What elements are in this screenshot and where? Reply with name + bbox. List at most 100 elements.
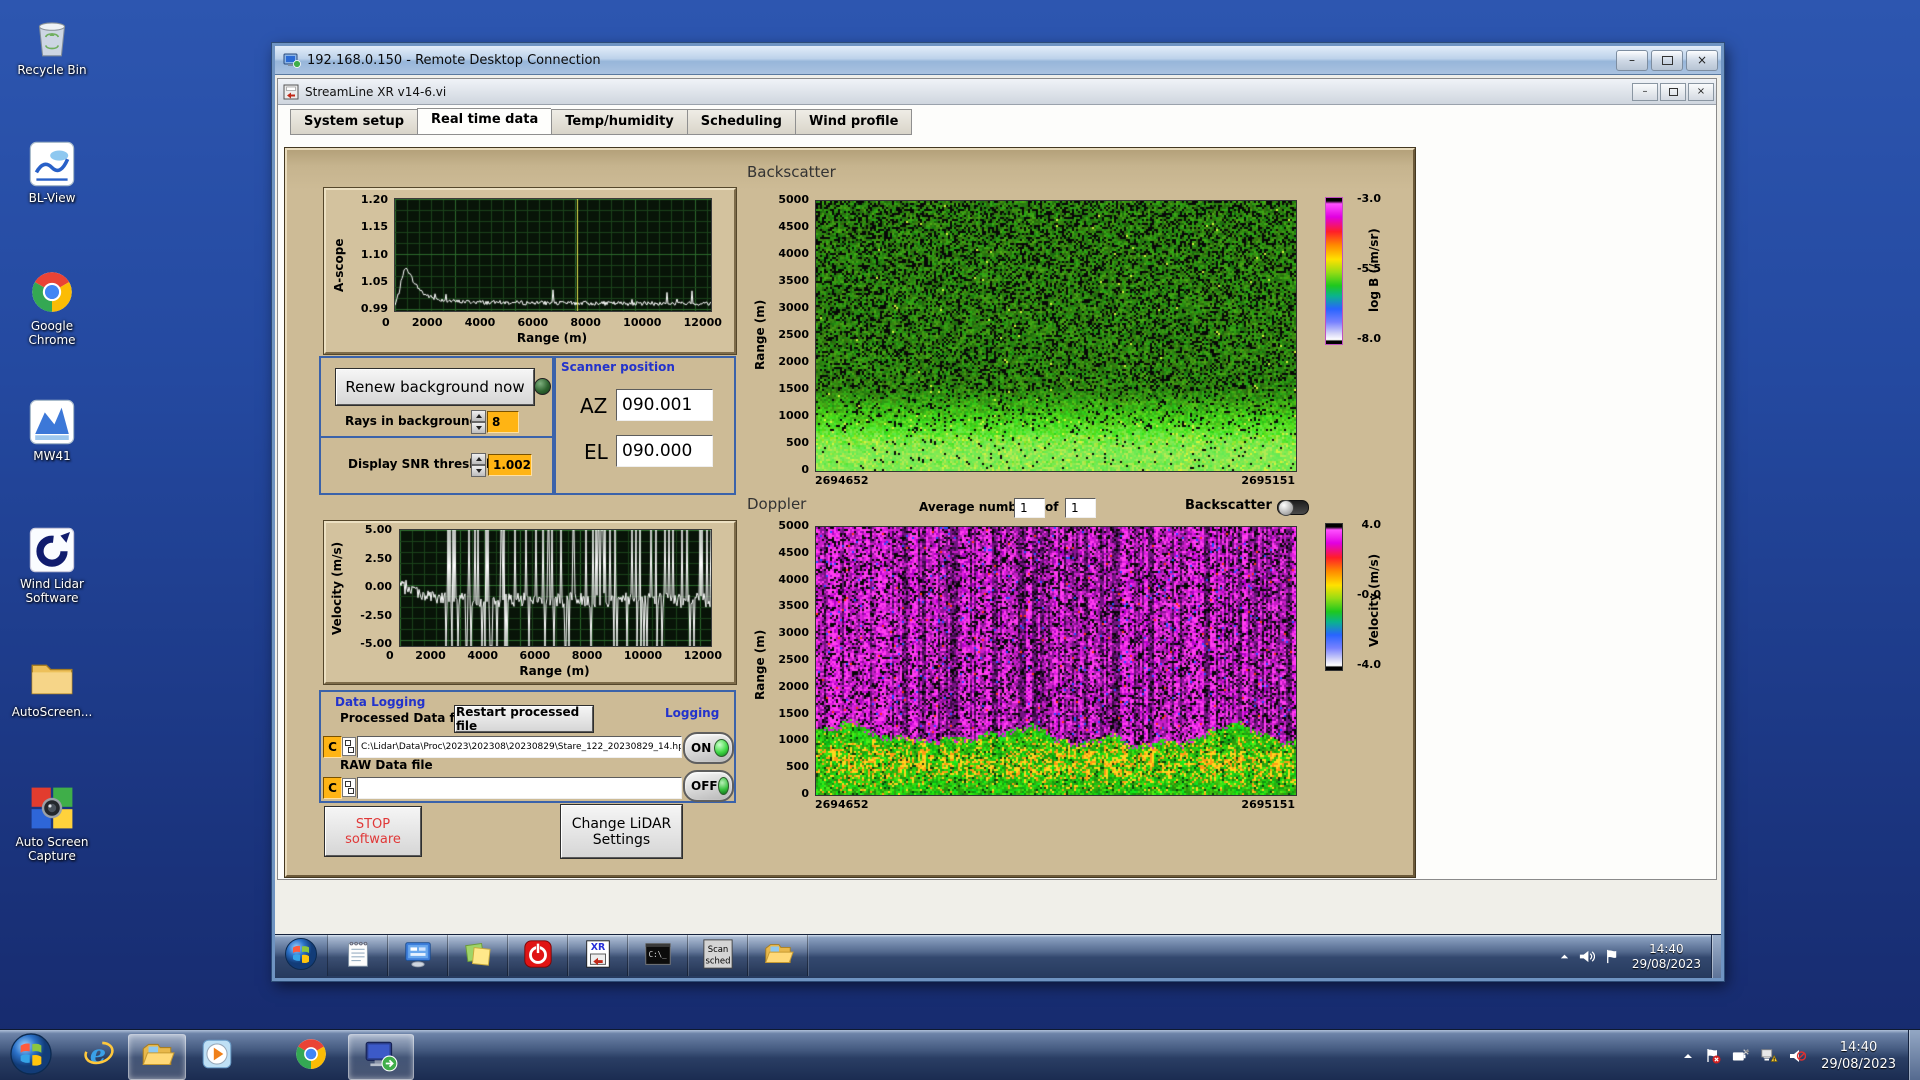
taskbar-windows-explorer[interactable] — [748, 935, 808, 976]
remote-show-desktop-button[interactable] — [1711, 935, 1721, 978]
tray-expand-icon[interactable] — [1559, 951, 1570, 962]
tick-label: 500 — [786, 760, 809, 774]
taskbar-streamline-xr-vi[interactable]: XR — [568, 935, 628, 976]
snr-spinner[interactable] — [471, 453, 486, 477]
taskbar-start-button[interactable] — [8, 1033, 54, 1078]
raw-path-field[interactable] — [357, 777, 682, 799]
el-value-field[interactable]: 090.000 — [616, 435, 713, 467]
stop-line1: STOP — [355, 816, 391, 832]
desktop-icon-wind-lidar-software[interactable]: Wind Lidar Software — [6, 526, 98, 605]
logging-on-button[interactable]: ON — [683, 732, 734, 764]
spinner-down-icon[interactable] — [471, 422, 486, 434]
taskbar-start-button[interactable] — [275, 935, 328, 976]
average-number-field[interactable]: 1 — [1014, 498, 1045, 518]
tab-wind-profile[interactable]: Wind profile — [794, 109, 913, 135]
host-show-desktop-button[interactable] — [1908, 1030, 1920, 1080]
taskbar-sticky-notes[interactable] — [448, 935, 508, 976]
desktop-icon-auto-screen-capture[interactable]: Auto Screen Capture — [6, 784, 98, 863]
rays-value-field[interactable]: 8 — [487, 411, 519, 433]
az-value-field[interactable]: 090.001 — [616, 389, 713, 421]
stop-software-button[interactable]: STOP software — [324, 806, 422, 857]
a-scope-ylabel: A-scope — [332, 238, 346, 292]
average-total-field[interactable]: 1 — [1065, 498, 1096, 518]
restart-processed-file-button[interactable]: Restart processed file — [454, 705, 594, 733]
stop-power-icon — [522, 938, 554, 974]
tick-label: 12000 — [683, 649, 722, 662]
svg-text:sched: sched — [705, 955, 730, 965]
taskbar-windows-explorer[interactable] — [128, 1034, 186, 1080]
tick-label: 1.20 — [360, 193, 388, 206]
snr-value-field[interactable]: 1.002 — [488, 454, 532, 476]
tick-label: 2694652 — [815, 798, 869, 811]
folder-open-icon — [762, 938, 794, 974]
tray-expand-icon[interactable] — [1682, 1050, 1694, 1062]
tick-label: 2000 — [778, 679, 809, 693]
rays-spinner[interactable] — [471, 410, 486, 434]
taskbar-scan-scheduler[interactable]: Scan sched — [688, 935, 748, 976]
close-button[interactable]: × — [1686, 49, 1718, 71]
taskbar-google-chrome[interactable] — [288, 1034, 334, 1078]
desktop-icon-label: BL-View — [28, 191, 76, 205]
backscatter-yticks: 5000 4500 4000 3500 3000 2500 2000 1500 1000 500 0 — [775, 193, 809, 477]
processed-drive-box[interactable]: C — [323, 736, 342, 758]
raw-drive-box[interactable]: C — [323, 777, 342, 799]
remote-clock[interactable]: 14:40 29/08/2023 — [1632, 942, 1701, 972]
host-clock[interactable]: 14:40 29/08/2023 — [1821, 1039, 1896, 1073]
taskbar-command-prompt[interactable]: C:\_ — [628, 935, 688, 976]
speaker-icon[interactable] — [1578, 948, 1595, 965]
svg-text:C:\_: C:\_ — [648, 949, 667, 958]
taskbar-stop-application[interactable] — [508, 935, 568, 976]
maximize-button[interactable] — [1651, 49, 1683, 71]
desktop-icon-recycle-bin[interactable]: Recycle Bin — [6, 12, 98, 77]
toggle-knob[interactable] — [1278, 500, 1294, 516]
tick-label: 0 — [382, 316, 390, 329]
desktop-icon-autoscreen-[interactable]: AutoScreen... — [6, 654, 98, 719]
desktop-icon-label: Recycle Bin — [17, 63, 87, 77]
app-close-button[interactable]: × — [1688, 82, 1714, 101]
taskbar-remote-desktop-connection[interactable] — [348, 1034, 414, 1080]
desktop-icon-mw41[interactable]: MW41 — [6, 398, 98, 463]
action-center-flag-error-icon[interactable] — [1704, 1047, 1722, 1065]
tick-label: 0 — [386, 649, 394, 662]
spinner-down-icon[interactable] — [471, 465, 486, 477]
remote-session-area: StreamLine XR v14-6.vi – × System setup R… — [275, 75, 1721, 978]
app-titlebar[interactable]: StreamLine XR v14-6.vi – × — [278, 79, 1716, 105]
processed-path-field[interactable]: C:\Lidar\Data\Proc\2023\202308\20230829\… — [357, 736, 682, 758]
app-restore-button[interactable] — [1660, 82, 1686, 101]
tab-scheduling[interactable]: Scheduling — [686, 109, 795, 135]
minimize-button[interactable]: – — [1616, 49, 1648, 71]
doppler-colorbar-label: Velocity (m/s) — [1367, 553, 1381, 647]
start-orb-icon — [284, 937, 318, 975]
taskbar-notepad[interactable] — [328, 935, 388, 976]
app-minimize-button[interactable]: – — [1632, 82, 1658, 101]
backscatter-doppler-toggle[interactable] — [1277, 500, 1309, 516]
doppler-colorbar — [1325, 523, 1343, 671]
spinner-up-icon[interactable] — [471, 453, 486, 465]
tab-real-time-data[interactable]: Real time data — [417, 108, 552, 135]
scan-sched-icon: Scan sched — [702, 938, 734, 974]
maximize-icon — [1661, 55, 1673, 65]
network-warning-icon[interactable] — [1760, 1047, 1778, 1065]
taskbar-windows-media-player[interactable] — [194, 1034, 240, 1078]
rdp-titlebar[interactable]: 192.168.0.150 - Remote Desktop Connectio… — [275, 46, 1721, 75]
velocity-ylabel: Velocity (m/s) — [330, 541, 344, 635]
tab-temp-humidity[interactable]: Temp/humidity — [551, 109, 687, 135]
speaker-muted-icon[interactable] — [1788, 1047, 1807, 1065]
el-label: EL — [584, 440, 608, 464]
off-led-icon — [717, 777, 729, 795]
logging-off-button[interactable]: OFF — [683, 770, 734, 802]
action-center-flag-icon[interactable] — [1603, 948, 1620, 965]
renew-background-button[interactable]: Renew background now — [335, 368, 535, 406]
spinner-up-icon[interactable] — [471, 410, 486, 422]
change-lidar-settings-button[interactable]: Change LiDAR Settings — [560, 804, 683, 859]
desktop-icon-google-chrome[interactable]: Google Chrome — [6, 268, 98, 347]
velocity-plot — [399, 529, 712, 647]
labview-vi-icon — [283, 84, 299, 100]
tab-system-setup[interactable]: System setup — [290, 109, 418, 135]
restore-icon — [1668, 87, 1678, 96]
battery-power-icon[interactable] — [1732, 1047, 1750, 1065]
folder-open-icon — [139, 1037, 175, 1077]
taskbar-instrument-panel[interactable] — [388, 935, 448, 976]
taskbar-internet-explorer[interactable]: e — [76, 1034, 122, 1078]
desktop-icon-bl-view[interactable]: BL-View — [6, 140, 98, 205]
